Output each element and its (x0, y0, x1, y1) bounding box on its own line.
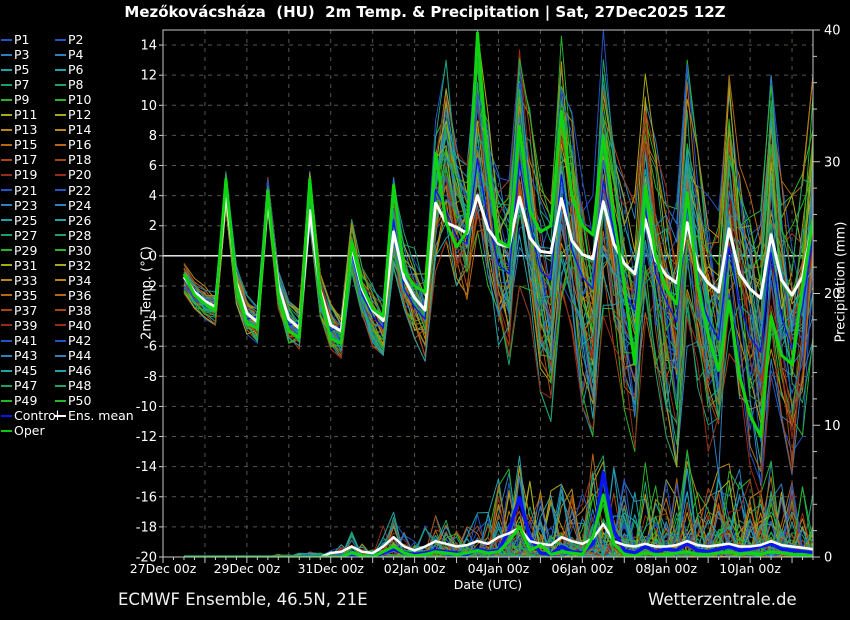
time-tick-label: 02Jan 00z (384, 561, 446, 576)
precip-tick-label: 10 (824, 419, 841, 434)
time-tick-label: 27Dec 00z (130, 561, 197, 576)
temp-tick-label: -12 (136, 430, 157, 445)
precip-tick-label: 30 (824, 155, 841, 170)
temp-tick-label: -14 (136, 460, 157, 475)
temp-tick-label: 10 (140, 99, 157, 114)
time-tick-label: 31Dec 00z (297, 561, 364, 576)
temp-tick-label: 4 (149, 189, 157, 204)
precip-tick-label: 40 (824, 24, 841, 39)
meteogram-window: Mezőkovácsháza (HU) 2m Temp. & Precipita… (0, 0, 850, 620)
temp-axis-title: 2m Temp. (°C) (140, 246, 155, 340)
precip-tick-label: 0 (824, 551, 832, 566)
temp-tick-label: 6 (149, 159, 157, 174)
precip-axis-title: Precipitation (mm) (834, 222, 849, 343)
temp-tick-label: 12 (140, 69, 157, 84)
time-tick-label: 06Jan 00z (552, 561, 614, 576)
temp-tick-label: -10 (136, 400, 157, 415)
ensemble-chart: 14121086420-2-4-6-8-10-12-14-16-18-20403… (0, 0, 850, 620)
time-tick-label: 10Jan 00z (719, 561, 781, 576)
temp-tick-label: -18 (136, 520, 157, 535)
temp-tick-label: 2 (149, 219, 157, 234)
time-tick-label: 29Dec 00z (214, 561, 281, 576)
time-tick-label: 04Jan 00z (468, 561, 530, 576)
time-tick-label: 08Jan 00z (635, 561, 697, 576)
model-info: ECMWF Ensemble, 46.5N, 21E (118, 590, 368, 609)
temp-tick-label: -16 (136, 490, 157, 505)
temp-tick-label: 8 (149, 129, 157, 144)
watermark: Wetterzentrale.de (648, 590, 797, 609)
temp-tick-label: -6 (144, 340, 157, 355)
temp-tick-label: -8 (144, 370, 157, 385)
temp-tick-label: 14 (140, 39, 157, 54)
